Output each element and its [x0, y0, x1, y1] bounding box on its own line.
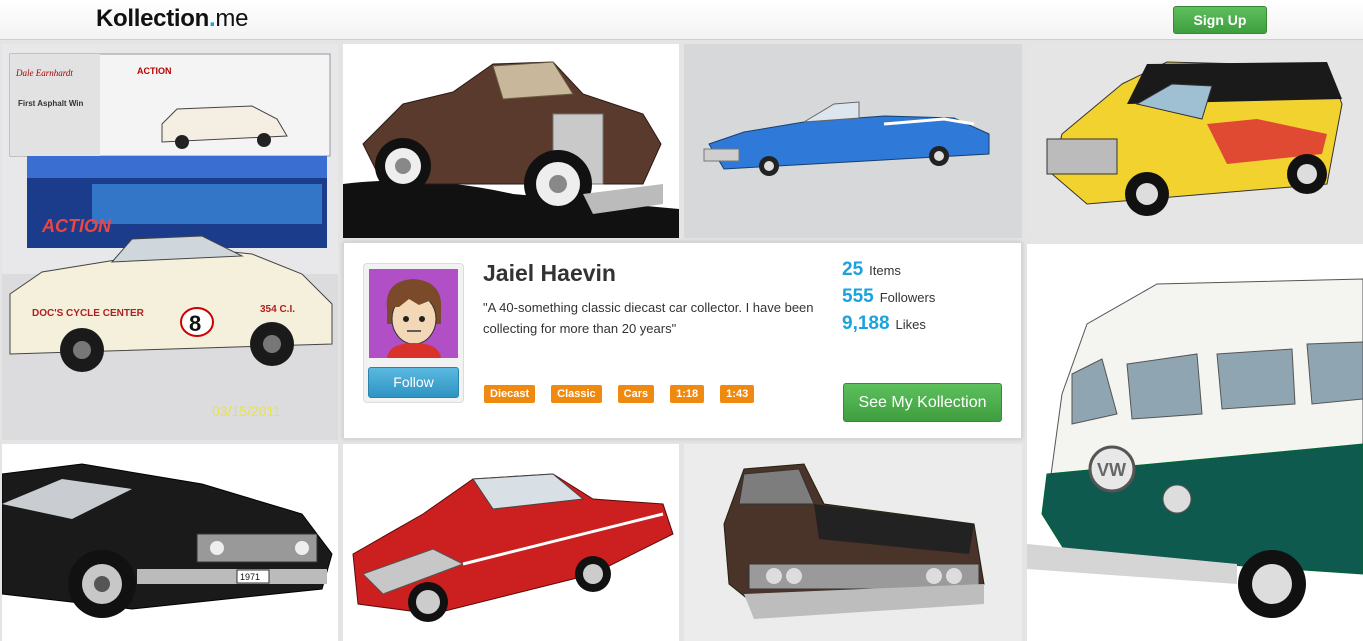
avatar-container: Follow: [363, 263, 464, 403]
profile-bio: "A 40-something classic diecast car coll…: [483, 300, 814, 336]
tag-cars[interactable]: Cars: [617, 385, 655, 403]
stat-items-label: Items: [869, 263, 901, 278]
tag-1-18[interactable]: 1:18: [670, 385, 705, 403]
photo-rusty-galaxie[interactable]: [684, 444, 1022, 641]
photo-brown-roadster[interactable]: [343, 44, 679, 238]
stat-followers[interactable]: 555 Followers: [842, 286, 935, 313]
see-kollection-button[interactable]: See My Kollection: [843, 383, 1002, 422]
photo-vw-bus[interactable]: VW: [1027, 244, 1363, 641]
stat-likes-count: 9,188: [842, 313, 890, 334]
photo-red-belair[interactable]: [343, 444, 679, 641]
tag-list: Diecast Classic Cars 1:18 1:43: [484, 385, 755, 403]
stat-items-count: 25: [842, 259, 864, 280]
photo-blue-convertible[interactable]: [684, 44, 1022, 238]
svg-text:First Asphalt Win: First Asphalt Win: [18, 99, 84, 108]
photo-stock-car[interactable]: Dale Earnhardt First Asphalt Win ACTION …: [2, 44, 338, 440]
svg-text:ACTION: ACTION: [41, 216, 112, 236]
photo-yellow-blazer[interactable]: [1027, 44, 1363, 238]
svg-text:354 C.I.: 354 C.I.: [260, 304, 295, 315]
stat-items[interactable]: 25 Items: [842, 259, 935, 286]
profile-name: Jaiel Haevin: [483, 260, 616, 286]
svg-text:8: 8: [189, 311, 201, 336]
profile-stats: 25 Items 555 Followers 9,188 Likes: [842, 259, 935, 340]
logo[interactable]: Kollection.me: [96, 5, 248, 33]
stat-likes-label: Likes: [895, 317, 926, 332]
tag-classic[interactable]: Classic: [551, 385, 602, 403]
svg-text:Dale Earnhardt: Dale Earnhardt: [15, 68, 73, 78]
photo-black-chevelle[interactable]: 1971: [2, 444, 338, 641]
tag-diecast[interactable]: Diecast: [484, 385, 536, 403]
tag-1-43[interactable]: 1:43: [720, 385, 755, 403]
avatar[interactable]: [369, 269, 458, 358]
svg-text:1971: 1971: [240, 572, 260, 582]
signup-button[interactable]: Sign Up: [1173, 6, 1267, 34]
profile-card: Follow Jaiel Haevin "A 40-something clas…: [343, 242, 1022, 439]
svg-text:DOC'S CYCLE CENTER: DOC'S CYCLE CENTER: [32, 308, 145, 319]
svg-text:ACTION: ACTION: [137, 66, 172, 76]
top-header: Kollection.me Sign Up: [0, 0, 1363, 40]
svg-text:VW: VW: [1097, 460, 1126, 480]
stat-followers-label: Followers: [879, 290, 936, 305]
follow-button[interactable]: Follow: [368, 367, 459, 398]
stat-likes[interactable]: 9,188 Likes: [842, 313, 935, 340]
stat-followers-count: 555: [842, 286, 874, 307]
svg-text:03/15/2011: 03/15/2011: [212, 403, 281, 419]
